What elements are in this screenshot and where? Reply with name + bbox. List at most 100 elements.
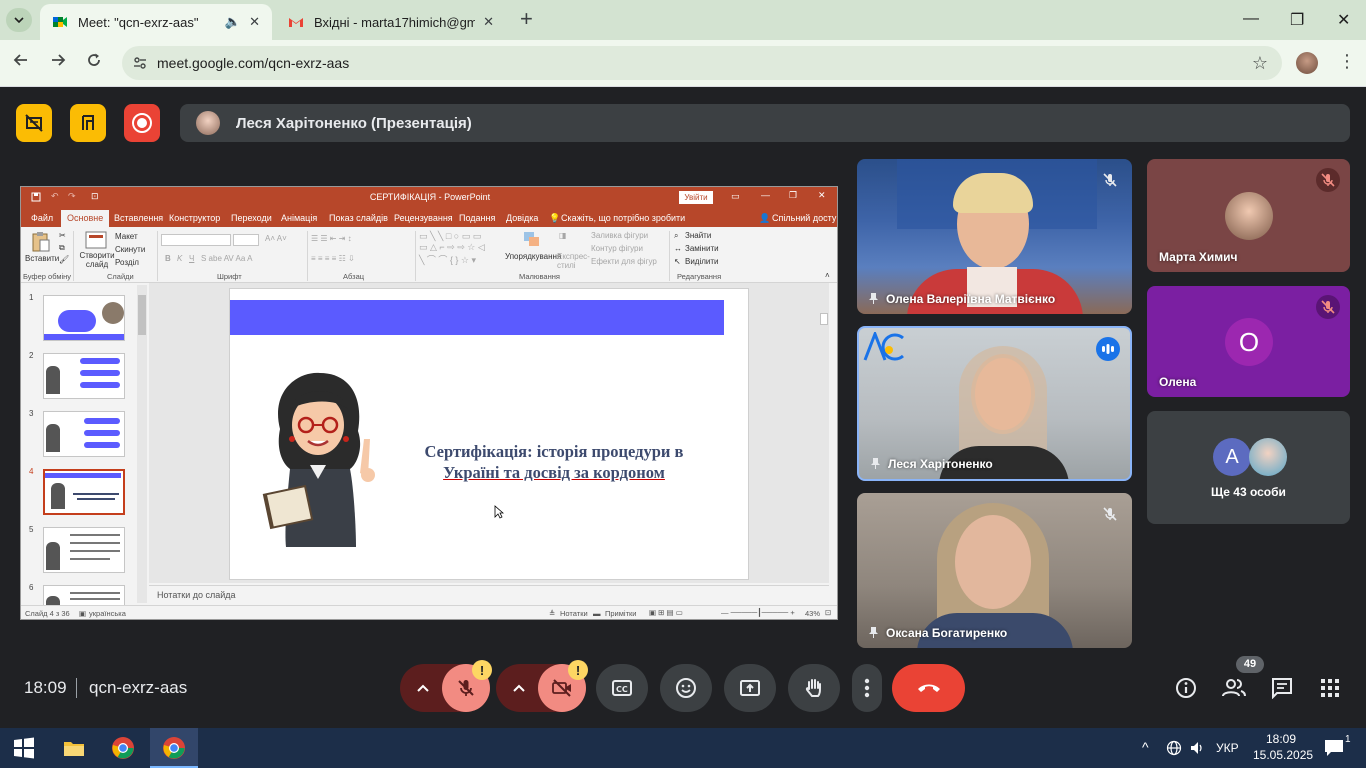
others-tile[interactable]: A Ще 43 особи [1147, 411, 1350, 524]
notification-count: 1 [1345, 734, 1351, 745]
close-tab-icon[interactable]: ✕ [249, 14, 260, 30]
chat-button[interactable] [1268, 674, 1296, 702]
cut-icon: ✂ [59, 231, 66, 240]
group-paragraph: Абзац [343, 272, 365, 281]
volume-icon[interactable] [1189, 740, 1205, 756]
comments-icon: ▬ [593, 609, 601, 618]
raise-hand-button[interactable] [788, 664, 840, 712]
shapes-gallery-icon: ▭ ╲ ╲ □ ○ ▭ ▭ [419, 231, 482, 241]
bookmark-star-icon[interactable]: ☆ [1252, 53, 1268, 74]
speaker-icon[interactable]: 🔈 [225, 14, 241, 30]
taskbar-time[interactable]: 18:09 [1266, 732, 1296, 746]
paste-icon [32, 232, 50, 252]
tab-meet[interactable]: Meet: "qcn-exrz-aas" 🔈 ✕ [40, 4, 272, 40]
pip-button[interactable] [70, 104, 106, 142]
ppt-status-bar: Слайд 4 з 36 ▣ українська ≜ Нотатки ▬ Пр… [21, 605, 837, 619]
site-info-icon[interactable] [132, 55, 148, 71]
notifications-icon[interactable] [1324, 739, 1344, 757]
leave-call-button[interactable] [892, 664, 965, 712]
meeting-code: qcn-exrz-aas [89, 678, 188, 697]
new-slide-icon [85, 231, 107, 249]
ppt-restore-icon: ❐ [789, 190, 798, 200]
ppt-signin-button: Увійти [679, 191, 713, 204]
video-options-button[interactable] [496, 664, 542, 712]
new-slide-label: Створити слайд [79, 251, 115, 269]
notes-pane: Нотатки до слайда [149, 585, 829, 603]
participant-tile-5[interactable]: Оксана Богатиренко [857, 493, 1132, 648]
back-icon[interactable] [13, 52, 29, 73]
meeting-details-button[interactable] [1172, 674, 1200, 702]
collapse-ribbon-icon: ˄ [825, 271, 830, 280]
participant-tile-1[interactable]: Олена Валеріївна Матвієнко [857, 159, 1132, 314]
audio-level-icon [1102, 344, 1114, 354]
close-window-icon[interactable]: ✕ [1337, 10, 1350, 30]
group-editing: Редагування [677, 272, 722, 281]
chrome-icon[interactable] [111, 736, 135, 760]
thumb-number: 5 [29, 525, 34, 534]
url-text: meet.google.com/qcn-exrz-aas [157, 55, 350, 71]
grow-font-icon: A˄ A˅ [265, 234, 287, 243]
restore-icon[interactable]: ❐ [1290, 10, 1304, 30]
teacher-illustration [262, 372, 375, 547]
status-language: українська [89, 609, 126, 618]
activities-button[interactable] [1316, 674, 1344, 702]
people-button[interactable] [1220, 674, 1248, 702]
file-explorer-icon[interactable] [62, 736, 86, 760]
camera-warning-icon: ! [568, 660, 588, 680]
slide-thumb-5 [43, 527, 125, 573]
participant-tile-4[interactable]: O Олена [1147, 286, 1350, 397]
chrome-profile-icon[interactable] [162, 736, 186, 760]
tray-chevron-icon[interactable]: ^ [1142, 739, 1149, 755]
reload-icon[interactable] [86, 52, 102, 73]
tab-search-dropdown[interactable] [6, 8, 32, 32]
slide-editing-area: Сертифікація: історія процедури в Україн… [149, 283, 829, 583]
companion-mode-button[interactable] [16, 104, 52, 142]
background-logo [863, 329, 907, 362]
forward-icon[interactable] [50, 52, 66, 73]
browser-menu-icon[interactable]: ⋮ [1338, 51, 1356, 72]
shape-fill-label: Заливка фігури [591, 231, 649, 240]
font-size-box [233, 234, 259, 246]
slide-thumbnails: 1 2 3 4 5 6 [21, 283, 149, 619]
profile-avatar[interactable] [1296, 52, 1318, 74]
participant-tile-2[interactable]: Марта Химич [1147, 159, 1350, 272]
reactions-button[interactable] [660, 664, 712, 712]
chevron-up-icon [513, 684, 525, 692]
mic-warning-icon: ! [472, 660, 492, 680]
ppt-titlebar: ↶ ↷ ⊡ СЕРТИФІКАЦІЯ - PowerPoint Увійти ▭… [21, 187, 837, 209]
present-button[interactable] [724, 664, 776, 712]
recording-button[interactable] [124, 104, 160, 142]
audio-options-button[interactable] [400, 664, 446, 712]
zoom-slider: — ─────┃───── + [721, 608, 795, 617]
group-font: Шрифт [217, 272, 242, 281]
network-globe-icon[interactable] [1166, 740, 1182, 756]
more-options-button[interactable] [852, 664, 882, 712]
windows-start-icon[interactable] [12, 736, 36, 760]
mic-off-icon [458, 680, 474, 696]
ppt-tab-transitions: Переходи [231, 213, 272, 223]
ppt-tab-insert: Вставлення [114, 213, 164, 223]
input-language[interactable]: УКР [1216, 741, 1239, 755]
participants-count-badge: 49 [1236, 656, 1264, 673]
slide-thumb-1 [43, 295, 125, 341]
participant-name: Оксана Богатиренко [869, 626, 1007, 640]
ppt-tab-help: Довідка [506, 213, 539, 223]
ppt-tab-slideshow: Показ слайдів [329, 213, 388, 223]
thumbs-scrollbar [137, 285, 147, 603]
new-tab-icon[interactable]: + [520, 8, 533, 30]
participant-tile-3[interactable]: Леся Харітоненко [857, 326, 1132, 481]
thumb-number: 6 [29, 583, 34, 592]
captions-button[interactable]: CC [596, 664, 648, 712]
address-bar[interactable]: meet.google.com/qcn-exrz-aas ☆ [122, 46, 1282, 80]
format-painter-icon: 🖌 [59, 255, 70, 264]
italic-icon: K [177, 254, 183, 263]
status-notes: Нотатки [560, 609, 588, 618]
current-slide: Сертифікація: історія процедури в Україн… [229, 288, 749, 580]
taskbar-date[interactable]: 15.05.2025 [1253, 748, 1313, 762]
ppt-share: Спільний доступ [772, 213, 838, 223]
minimize-icon[interactable]: — [1243, 10, 1259, 28]
ppt-tab-animations: Анімація [281, 213, 318, 223]
participant-avatar: O [1225, 318, 1273, 366]
close-tab-icon[interactable]: ✕ [483, 14, 494, 30]
tab-gmail[interactable]: Вхідні - marta17himich@gmail. ✕ [276, 4, 506, 40]
